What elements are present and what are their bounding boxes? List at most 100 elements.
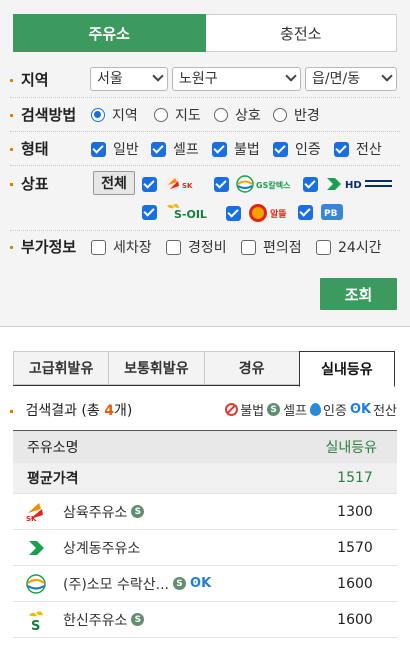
radio-region-label: 지역 bbox=[112, 108, 138, 124]
svg-text:HD: HD bbox=[345, 180, 362, 191]
divider bbox=[10, 230, 400, 231]
chevron-down-icon bbox=[381, 70, 393, 82]
checkbox-box bbox=[334, 141, 349, 157]
checkbox-general[interactable]: 일반 bbox=[91, 139, 139, 159]
search-button[interactable]: 조회 bbox=[320, 278, 397, 310]
radio-name[interactable]: 상호 bbox=[214, 105, 261, 125]
tab-ev-charging[interactable]: 충전소 bbox=[205, 14, 397, 52]
checkbox-convenience-store[interactable]: 편의점 bbox=[241, 237, 302, 257]
tab-gas-station[interactable]: 주유소 bbox=[13, 14, 206, 52]
svg-text:SK: SK bbox=[26, 515, 37, 523]
pb-logo-icon: PB bbox=[320, 203, 344, 221]
brand-checkbox-sk[interactable]: SK bbox=[142, 175, 206, 193]
legend-illegal-label: 불법 bbox=[240, 404, 265, 419]
chevron-down-icon bbox=[152, 70, 164, 82]
checkbox-box bbox=[142, 176, 157, 192]
checkbox-box bbox=[241, 239, 256, 255]
checkbox-box bbox=[151, 141, 166, 157]
checkbox-box bbox=[142, 204, 157, 220]
table-row[interactable]: SK 삼육주유소 S 1300 bbox=[13, 494, 397, 530]
radio-radius[interactable]: 반경 bbox=[273, 105, 320, 125]
legend-self-label: 셀프 bbox=[283, 404, 308, 419]
altteul-logo-icon: 알뜰 bbox=[248, 203, 296, 223]
svg-text:알뜰: 알뜰 bbox=[270, 208, 287, 220]
checkbox-general-label: 일반 bbox=[113, 142, 139, 158]
station-name[interactable]: 삼육주유소 bbox=[63, 502, 127, 522]
station-price: 1570 bbox=[337, 539, 373, 556]
certified-drop-icon bbox=[310, 403, 322, 416]
table-header: 주유소명 실내등유 bbox=[13, 430, 397, 463]
table-row[interactable]: S 한신주유소 S 1600 bbox=[13, 602, 397, 638]
checkbox-self[interactable]: 셀프 bbox=[151, 139, 199, 159]
checkbox-box bbox=[91, 239, 106, 255]
fuel-type-tabs: 고급휘발유 보통휘발유 경유 실내등유 bbox=[13, 351, 395, 387]
checkbox-box bbox=[226, 205, 241, 221]
column-station-name: 주유소명 bbox=[27, 440, 79, 456]
radio-map-label: 지도 bbox=[175, 108, 201, 124]
checkbox-24h[interactable]: 24시간 bbox=[316, 237, 382, 257]
soil-logo-icon: S-OIL bbox=[164, 203, 222, 221]
checkbox-box bbox=[273, 141, 288, 157]
average-price: 1517 bbox=[337, 470, 373, 486]
tab-premium-gasoline[interactable]: 고급휘발유 bbox=[13, 351, 109, 385]
station-price: 1300 bbox=[337, 503, 373, 520]
self-icon: S bbox=[131, 613, 145, 626]
checkbox-car-wash-label: 세차장 bbox=[113, 240, 152, 256]
station-name[interactable]: (주)소모 수락산... bbox=[63, 574, 169, 594]
brand-checkbox-gs[interactable]: GS칼텍스 bbox=[214, 175, 300, 193]
station-type-tabs: 주유소 충전소 bbox=[13, 14, 397, 52]
brand-all-button[interactable]: 전체 bbox=[93, 171, 135, 195]
form-row: 형태 일반 셀프 불법 인증 전산 bbox=[0, 137, 410, 159]
extra-info-label: 부가정보 bbox=[10, 236, 76, 257]
radio-region[interactable]: 지역 bbox=[91, 105, 138, 125]
gs-logo-icon: GS칼텍스 bbox=[236, 175, 300, 193]
checkbox-box bbox=[212, 141, 227, 157]
checkbox-certified-label: 인증 bbox=[295, 142, 321, 158]
results-title-suffix: 개) bbox=[113, 403, 133, 419]
radio-dot bbox=[273, 108, 287, 122]
checkbox-certified[interactable]: 인증 bbox=[273, 139, 321, 159]
tab-diesel[interactable]: 경유 bbox=[203, 351, 299, 385]
brand-checkbox-soil[interactable]: S-OIL bbox=[142, 203, 222, 221]
checkbox-illegal[interactable]: 불법 bbox=[212, 139, 260, 159]
average-label: 평균가격 bbox=[27, 471, 79, 487]
illegal-icon bbox=[225, 403, 239, 416]
checkbox-computerized[interactable]: 전산 bbox=[334, 139, 382, 159]
region-label: 지역 bbox=[10, 69, 49, 90]
form-label: 형태 bbox=[10, 138, 49, 159]
brand-checkbox-altteul[interactable]: 알뜰 bbox=[226, 203, 296, 223]
search-method-row: 검색방법 지역 지도 상호 반경 bbox=[0, 103, 410, 125]
table-row[interactable]: (주)소모 수락산... S ʘK 1600 bbox=[13, 566, 397, 602]
filter-panel: 주유소 충전소 지역 서울 노원구 읍/면/동 검색방법 지역 지도 상호 반경… bbox=[0, 0, 410, 327]
town-select[interactable]: 읍/면/동 bbox=[305, 67, 397, 91]
results-title-prefix: 검색결과 (총 bbox=[25, 403, 105, 419]
checkbox-box bbox=[303, 176, 318, 192]
brand-checkbox-hd[interactable]: HD bbox=[303, 175, 395, 193]
tab-regular-gasoline[interactable]: 보통휘발유 bbox=[108, 351, 204, 385]
checkbox-light-repair-label: 경정비 bbox=[188, 240, 227, 256]
checkbox-box bbox=[316, 239, 331, 255]
radio-map[interactable]: 지도 bbox=[154, 105, 201, 125]
checkbox-car-wash[interactable]: 세차장 bbox=[91, 237, 152, 257]
hd-logo-icon: HD bbox=[325, 175, 395, 193]
svg-text:GS칼텍스: GS칼텍스 bbox=[256, 180, 291, 190]
computerized-icon: ʘK bbox=[190, 576, 212, 591]
district-select[interactable]: 노원구 bbox=[172, 67, 301, 91]
station-name[interactable]: 상계동주유소 bbox=[63, 538, 140, 558]
table-row[interactable]: 상계동주유소 1570 bbox=[13, 530, 397, 566]
brand-label-text: 상표 bbox=[21, 175, 49, 193]
brand-label: 상표 bbox=[10, 173, 49, 194]
checkbox-box bbox=[214, 176, 229, 192]
hd-logo-icon bbox=[25, 537, 47, 559]
divider bbox=[10, 165, 400, 166]
checkbox-24h-label: 24시간 bbox=[338, 240, 382, 256]
extra-info-row: 부가정보 세차장 경정비 편의점 24시간 bbox=[0, 236, 410, 258]
station-name[interactable]: 한신주유소 bbox=[63, 610, 127, 630]
checkbox-computerized-label: 전산 bbox=[356, 142, 382, 158]
checkbox-light-repair[interactable]: 경정비 bbox=[166, 237, 227, 257]
city-select[interactable]: 서울 bbox=[90, 67, 168, 91]
brand-checkbox-pb[interactable]: PB bbox=[298, 203, 344, 221]
column-price: 실내등유 bbox=[325, 440, 377, 456]
tab-kerosene[interactable]: 실내등유 bbox=[298, 351, 395, 387]
sk-logo-icon: SK bbox=[25, 501, 47, 523]
